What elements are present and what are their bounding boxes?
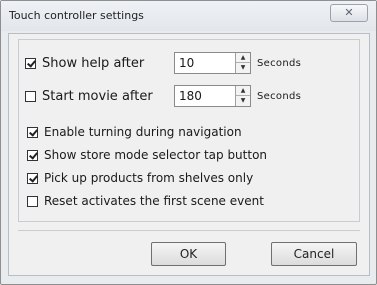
- reset-first-scene-label: Reset activates the first scene event: [44, 194, 264, 208]
- show-help-checkbox[interactable]: [25, 58, 36, 69]
- option-row: Pick up products from shelves only: [27, 171, 253, 185]
- show-help-spinbox[interactable]: 10 ▲ ▼: [174, 52, 251, 74]
- option-row: Enable turning during navigation: [27, 125, 242, 139]
- settings-dialog: Touch controller settings ✕ Show help af…: [0, 0, 377, 285]
- option-row: Reset activates the first scene event: [27, 194, 264, 208]
- spin-down-icon[interactable]: ▼: [236, 96, 250, 106]
- option-row: Show store mode selector tap button: [27, 148, 267, 162]
- store-mode-selector-checkbox[interactable]: [27, 149, 38, 161]
- window-title: Touch controller settings: [9, 9, 144, 22]
- divider: [18, 230, 360, 231]
- settings-group: Show help after 10 ▲ ▼ Seconds Start mov…: [18, 39, 360, 222]
- start-movie-label: Start movie after: [42, 89, 153, 104]
- pick-up-products-label: Pick up products from shelves only: [44, 171, 254, 185]
- start-movie-spin-buttons[interactable]: ▲ ▼: [235, 86, 250, 106]
- pick-up-products-checkbox[interactable]: [27, 172, 38, 184]
- start-movie-unit: Seconds: [257, 91, 302, 102]
- show-help-value[interactable]: 10: [179, 56, 194, 70]
- spin-down-icon[interactable]: ▼: [236, 63, 250, 73]
- start-movie-spinbox[interactable]: 180 ▲ ▼: [174, 85, 251, 107]
- spin-up-icon[interactable]: ▲: [236, 53, 250, 63]
- close-button[interactable]: ✕: [330, 4, 368, 22]
- close-icon: ✕: [344, 6, 354, 19]
- reset-first-scene-checkbox[interactable]: [27, 195, 38, 207]
- title-bar: Touch controller settings ✕: [1, 1, 376, 31]
- ok-button[interactable]: OK: [151, 242, 226, 266]
- store-mode-selector-label: Show store mode selector tap button: [44, 148, 268, 162]
- show-help-spin-buttons[interactable]: ▲ ▼: [235, 53, 250, 73]
- dialog-body: Show help after 10 ▲ ▼ Seconds Start mov…: [8, 33, 370, 276]
- spin-up-icon[interactable]: ▲: [236, 86, 250, 96]
- enable-turning-checkbox[interactable]: [27, 126, 38, 138]
- start-movie-value[interactable]: 180: [179, 89, 202, 103]
- show-help-unit: Seconds: [257, 58, 302, 69]
- start-movie-checkbox[interactable]: [25, 91, 36, 102]
- cancel-button[interactable]: Cancel: [271, 242, 357, 266]
- start-movie-row: Start movie after: [25, 89, 153, 104]
- show-help-label: Show help after: [42, 56, 145, 71]
- show-help-row: Show help after: [25, 56, 144, 71]
- enable-turning-label: Enable turning during navigation: [44, 125, 242, 139]
